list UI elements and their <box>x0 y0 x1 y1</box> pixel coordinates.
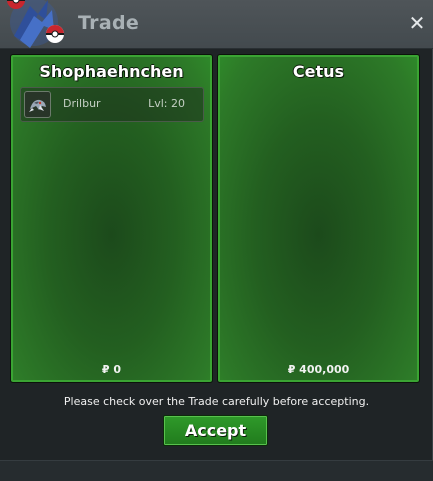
window-bottom-edge <box>0 460 433 481</box>
money-offer: ₽ 0 <box>101 363 122 376</box>
trade-window: Trade ✕ Shophaehnchen Drilbur Lvl: 20 ₽ … <box>0 0 433 481</box>
panel-owner-name: Cetus <box>292 62 345 81</box>
trade-warning-text: Please check over the Trade carefully be… <box>63 395 370 408</box>
drilbur-pokemon-icon <box>24 91 51 118</box>
my-offer-panel: Shophaehnchen Drilbur Lvl: 20 ₽ 0 <box>10 54 213 383</box>
panel-owner-name: Shophaehnchen <box>39 62 184 81</box>
close-button[interactable]: ✕ <box>407 12 427 34</box>
trade-item-row[interactable]: Drilbur Lvl: 20 <box>20 87 204 122</box>
partner-offer-panel: Cetus ₽ 400,000 <box>217 54 420 383</box>
money-offer: ₽ 400,000 <box>287 363 350 376</box>
item-level: Lvl: 20 <box>148 97 185 110</box>
window-title: Trade <box>78 12 140 34</box>
trade-logo-icon <box>7 0 64 48</box>
accept-button[interactable]: Accept <box>163 415 268 446</box>
item-name: Drilbur <box>63 97 101 110</box>
